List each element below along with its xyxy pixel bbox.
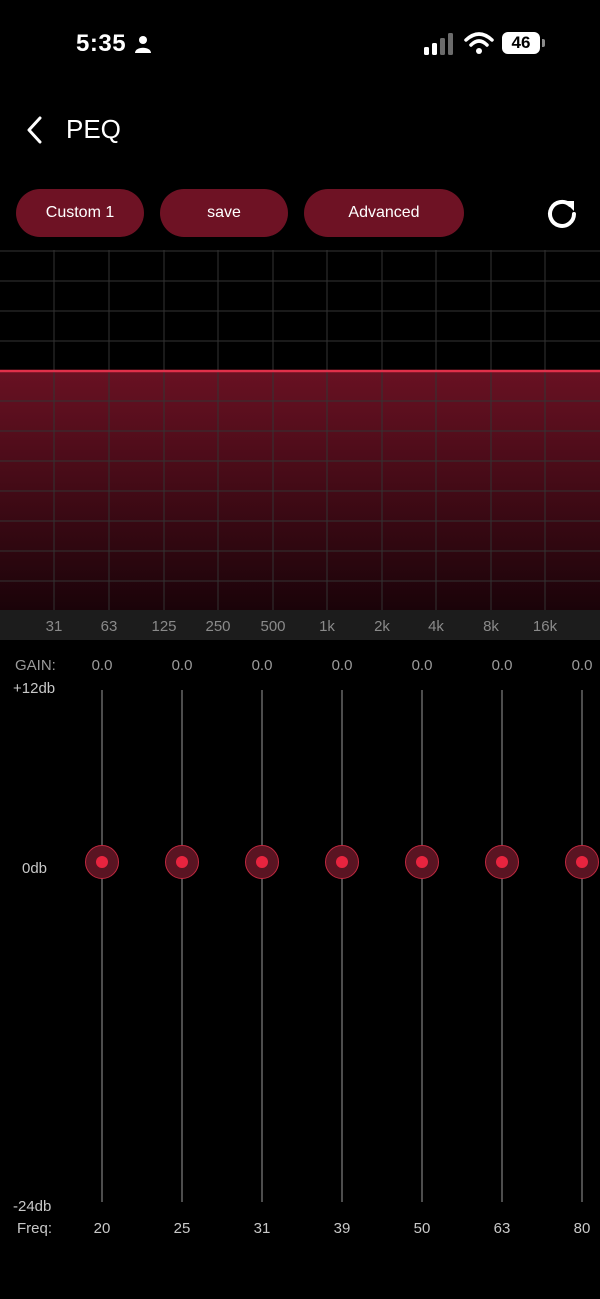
graph-freq-tick: 500 <box>260 618 286 635</box>
band-gain-value: 0.0 <box>411 657 433 674</box>
band-gain-value: 0.0 <box>251 657 273 674</box>
battery-tip <box>542 39 545 47</box>
graph-freq-tick: 2k <box>374 618 390 635</box>
band-slider-knob[interactable] <box>485 845 519 879</box>
band-slider-track[interactable] <box>341 690 343 1202</box>
band-freq-value: 39 <box>333 1220 351 1237</box>
page-title: PEQ <box>66 114 121 144</box>
graph-freq-tick: 8k <box>483 618 499 635</box>
graph-freq-tick: 31 <box>45 618 63 635</box>
band-slider-track[interactable] <box>101 690 103 1202</box>
band-gain-value: 0.0 <box>171 657 193 674</box>
band-gain-value: 0.0 <box>491 657 513 674</box>
band-slider-knob[interactable] <box>325 845 359 879</box>
graph-freq-tick: 1k <box>319 618 335 635</box>
back-button[interactable] <box>16 110 56 150</box>
band-gain-value: 0.0 <box>331 657 353 674</box>
band-freq-value: 63 <box>493 1220 511 1237</box>
eq-curve-graph <box>0 250 600 610</box>
max-db-label: +12db <box>13 680 56 697</box>
band-slider-knob[interactable] <box>565 845 599 879</box>
graph-freq-tick: 125 <box>151 618 177 635</box>
graph-freq-tick: 16k <box>532 618 558 635</box>
preset-button[interactable]: Custom 1 <box>16 189 144 237</box>
freq-label: Freq: <box>17 1220 53 1237</box>
graph-freq-tick: 4k <box>428 618 444 635</box>
battery-level: 46 <box>502 32 540 54</box>
min-db-label: -24db <box>13 1198 52 1215</box>
band-slider-track[interactable] <box>501 690 503 1202</box>
band-slider-knob[interactable] <box>245 845 279 879</box>
save-button[interactable]: save <box>160 189 288 237</box>
graph-freq-tick: 63 <box>100 618 118 635</box>
person-icon <box>135 36 151 53</box>
band-freq-value: 25 <box>173 1220 191 1237</box>
band-7-clip: 0.0 80 <box>550 640 600 1260</box>
band-freq-value: 20 <box>93 1220 111 1237</box>
band-slider-track[interactable] <box>181 690 183 1202</box>
reset-icon[interactable] <box>540 192 584 236</box>
band-slider-track[interactable] <box>581 690 583 1202</box>
band-slider-knob[interactable] <box>165 845 199 879</box>
cellular-signal-icon <box>424 33 453 55</box>
band-slider-knob[interactable] <box>85 845 119 879</box>
graph-freq-tick: 250 <box>205 618 231 635</box>
band-freq-value: 31 <box>253 1220 271 1237</box>
band-slider-knob[interactable] <box>405 845 439 879</box>
band-gain-value: 0.0 <box>91 657 113 674</box>
zero-db-label: 0db <box>22 860 48 877</box>
band-freq-value: 50 <box>413 1220 431 1237</box>
band-slider-track[interactable] <box>421 690 423 1202</box>
wifi-icon <box>464 32 494 54</box>
advanced-button[interactable]: Advanced <box>304 189 464 237</box>
gain-label: GAIN: <box>15 657 56 674</box>
battery-indicator: 46 <box>502 32 546 54</box>
status-time: 5:35 <box>76 30 127 57</box>
band-slider-track[interactable] <box>261 690 263 1202</box>
band-gain-value: 0.0 <box>571 657 593 674</box>
band-freq-value: 80 <box>573 1220 591 1237</box>
